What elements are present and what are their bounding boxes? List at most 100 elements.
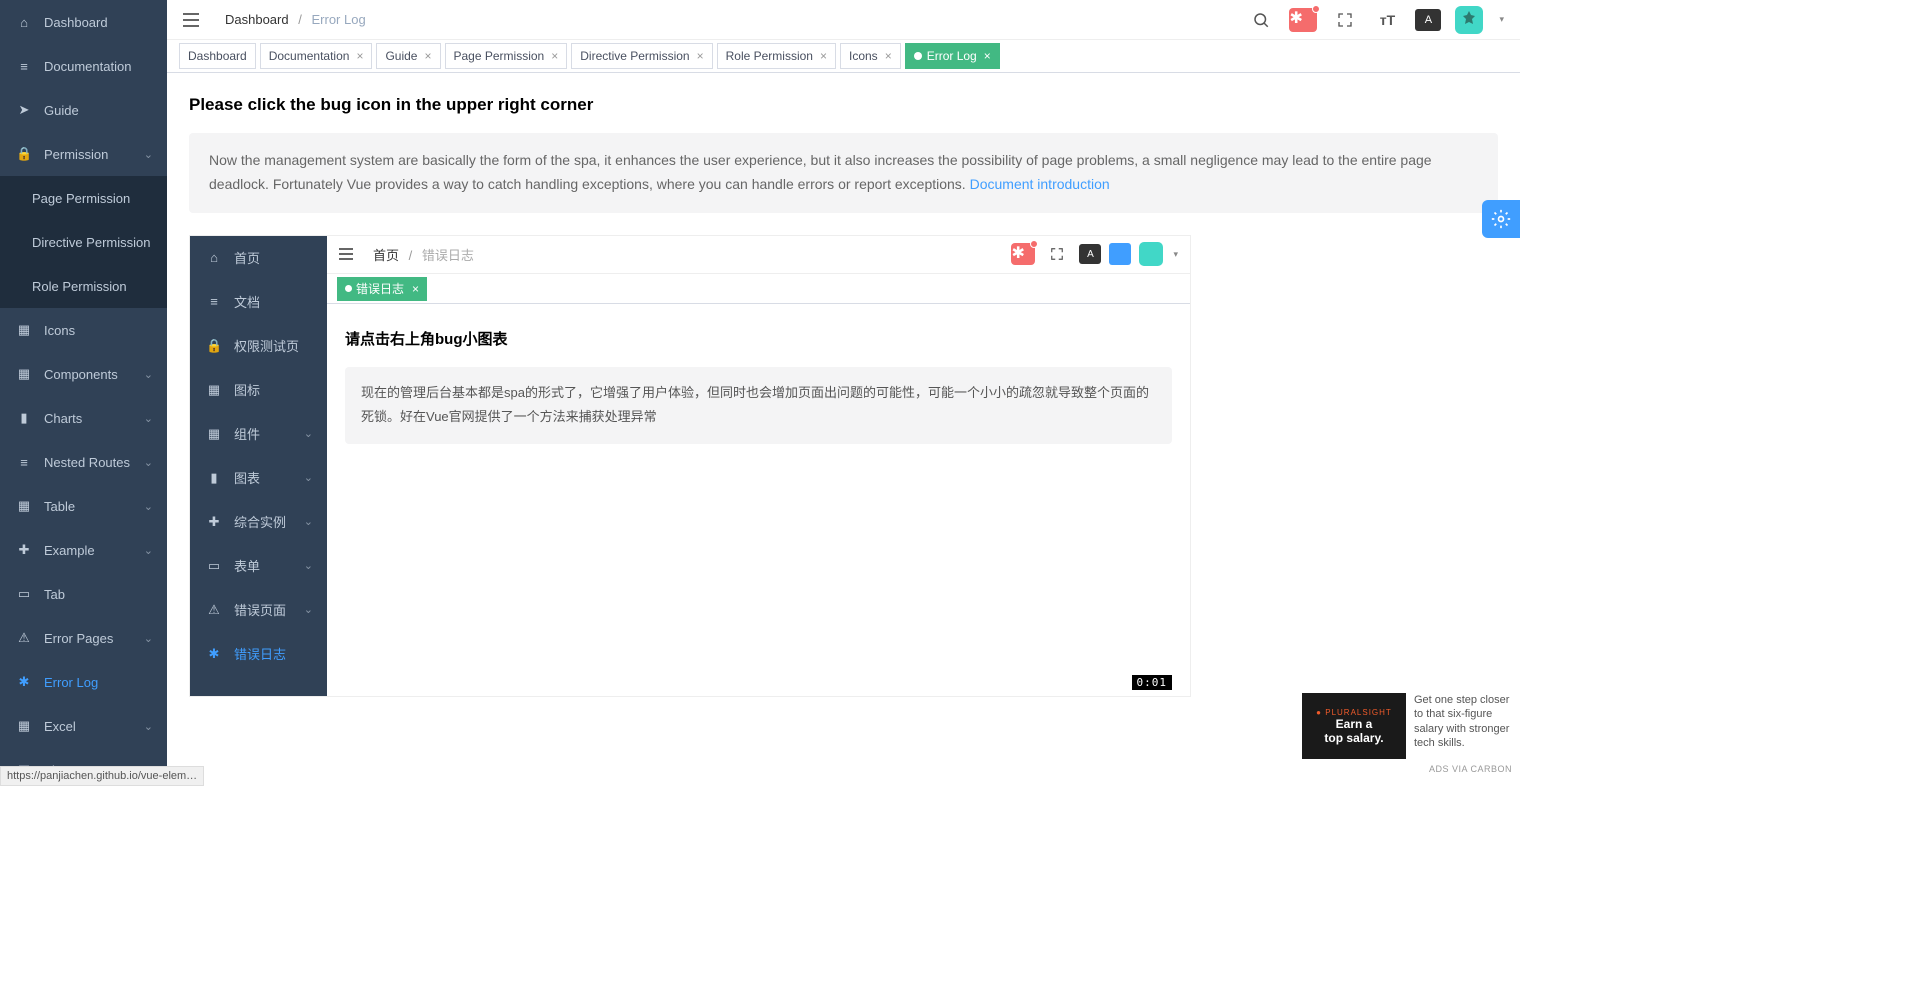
tab-dashboard[interactable]: Dashboard	[179, 43, 256, 69]
sidebar-item-charts[interactable]: ▮Charts⌄	[0, 396, 167, 440]
chevron-down-icon: ⌄	[144, 412, 153, 425]
demo-breadcrumb-root: 首页	[373, 248, 399, 263]
chevron-down-icon: ⌄	[144, 456, 153, 469]
sidebar-item-page-permission[interactable]: Page Permission	[0, 176, 167, 220]
ad-text: Get one step closer to that six-figure s…	[1414, 693, 1512, 759]
sidebar-item-label: Page Permission	[32, 191, 130, 206]
sidebar-item-tab[interactable]: ▭Tab	[0, 572, 167, 616]
sidebar-item-label: Charts	[44, 411, 82, 426]
sidebar-item-permission[interactable]: 🔒Permission⌄	[0, 132, 167, 176]
close-icon[interactable]: ×	[697, 44, 704, 68]
guide-icon: ➤	[16, 102, 32, 118]
hamburger-toggle[interactable]	[183, 8, 207, 32]
demo-caret-icon: ▾	[1173, 249, 1178, 260]
demo-sidebar-label: 错误日志	[234, 644, 286, 663]
settings-float-button[interactable]	[1482, 200, 1520, 238]
sidebar-item-table[interactable]: ▦Table⌄	[0, 484, 167, 528]
demo-sidebar-item: ▭表单⌄	[190, 544, 327, 588]
sidebar-item-nested-routes[interactable]: ≡Nested Routes⌄	[0, 440, 167, 484]
sidebar-item-guide[interactable]: ➤Guide	[0, 88, 167, 132]
bug-button[interactable]: ✱	[1289, 8, 1317, 32]
sidebar-item-error-pages[interactable]: ⚠Error Pages⌄	[0, 616, 167, 660]
demo-timer: 0:01	[1132, 675, 1173, 690]
components-icon: ▦	[16, 366, 32, 382]
dashboard-icon: ⌂	[16, 15, 32, 30]
example-icon: ✚	[16, 542, 32, 558]
breadcrumb-root[interactable]: Dashboard	[225, 12, 289, 27]
close-icon[interactable]: ×	[885, 44, 892, 68]
sidebar-item-error-log[interactable]: ✱Error Log	[0, 660, 167, 704]
sidebar-item-directive-permission[interactable]: Directive Permission	[0, 220, 167, 264]
sidebar-item-dashboard[interactable]: ⌂ Dashboard	[0, 0, 167, 44]
sidebar-item-label: Documentation	[44, 59, 131, 74]
sidebar-item-example[interactable]: ✚Example⌄	[0, 528, 167, 572]
icons-icon: ▦	[16, 322, 32, 338]
tab-page-permission[interactable]: Page Permission×	[445, 43, 568, 69]
tab-icon: ▭	[16, 586, 32, 602]
demo-sidebar-label: 首页	[234, 248, 260, 267]
page-title: Please click the bug icon in the upper r…	[189, 95, 1498, 115]
tabs-row: Dashboard Documentation× Guide × Page Per…	[167, 40, 1520, 73]
demo-blue-button	[1109, 243, 1131, 265]
demo-avatar-icon	[1139, 242, 1163, 266]
ad-headline1: Earn a	[1336, 717, 1373, 731]
sidebar-item-label: Excel	[44, 719, 76, 734]
sidebar-item-icons[interactable]: ▦ Icons	[0, 308, 167, 352]
close-icon[interactable]: ×	[984, 44, 991, 68]
ad-brand: PLURALSIGHT	[1325, 708, 1392, 717]
demo-sidebar-item: ▦图标	[190, 368, 327, 412]
demo-title: 请点击右上角bug小图表	[345, 328, 1172, 349]
demo-breadcrumb-current: 错误日志	[422, 248, 474, 263]
demo-sidebar-item-active: ✱错误日志	[190, 632, 327, 676]
tab-label: Dashboard	[188, 44, 247, 68]
avatar[interactable]	[1455, 6, 1483, 34]
demo-sidebar-item: ≡文档	[190, 280, 327, 324]
demo-sidebar-item: 🔒权限测试页	[190, 324, 327, 368]
page-content: Please click the bug icon in the upper r…	[167, 73, 1520, 697]
tab-directive-permission[interactable]: Directive Permission×	[571, 43, 712, 69]
tab-role-permission[interactable]: Role Permission×	[717, 43, 836, 69]
demo-breadcrumb: 首页 / 错误日志	[373, 245, 474, 264]
sidebar-item-label: Table	[44, 499, 75, 514]
sidebar-item-documentation[interactable]: ≡ Documentation	[0, 44, 167, 88]
close-icon[interactable]: ×	[356, 44, 363, 68]
font-a-button[interactable]: A	[1415, 9, 1441, 31]
sidebar-item-components[interactable]: ▦ Components ⌄	[0, 352, 167, 396]
demo-sidebar-item: ▮图表⌄	[190, 456, 327, 500]
ad-attribution[interactable]: ADS VIA CARBON	[1429, 764, 1512, 774]
tab-icons[interactable]: Icons×	[840, 43, 901, 69]
sidebar-item-role-permission[interactable]: Role Permission	[0, 264, 167, 308]
sidebar-item-label: Icons	[44, 323, 75, 338]
doc-icon: ≡	[16, 59, 32, 74]
chevron-down-icon: ⌄	[144, 368, 153, 381]
nested-icon: ≡	[16, 455, 32, 470]
font-size-icon[interactable]: ᴛT	[1373, 6, 1401, 34]
fullscreen-icon[interactable]	[1331, 6, 1359, 34]
demo-sidebar-item: ⚠错误页面⌄	[190, 588, 327, 632]
tab-guide[interactable]: Guide ×	[376, 43, 440, 69]
tab-documentation[interactable]: Documentation×	[260, 43, 373, 69]
search-icon[interactable]	[1247, 6, 1275, 34]
close-icon[interactable]: ×	[424, 44, 431, 68]
doc-intro-link[interactable]: Document introduction	[970, 176, 1110, 192]
chevron-down-icon: ⌄	[144, 544, 153, 557]
demo-sidebar: ⌂首页 ≡文档 🔒权限测试页 ▦图标 ▦组件⌄ ▮图表⌄ ✚综合实例⌄ ▭表单⌄…	[190, 236, 327, 696]
demo-sidebar-label: 权限测试页	[234, 336, 299, 355]
caret-down-icon[interactable]: ▾	[1499, 14, 1504, 25]
demo-tabs-row: 错误日志×	[327, 274, 1190, 304]
tab-label: Page Permission	[454, 44, 545, 68]
info-text: Now the management system are basically …	[209, 152, 1432, 192]
topbar: Dashboard / Error Log ✱ ᴛT A ▾	[167, 0, 1520, 40]
tab-label: Guide	[385, 44, 417, 68]
status-bar: https://panjiachen.github.io/vue-elem…	[0, 766, 204, 786]
sidebar-item-label: Dashboard	[44, 15, 108, 30]
sidebar-item-excel[interactable]: ▦Excel⌄	[0, 704, 167, 748]
sidebar-item-label: Components	[44, 367, 118, 382]
close-icon[interactable]: ×	[551, 44, 558, 68]
demo-tab-label: 错误日志	[356, 280, 404, 297]
close-icon[interactable]: ×	[820, 44, 827, 68]
tab-error-log[interactable]: Error Log×	[905, 43, 1000, 69]
demo-font-a-icon: A	[1079, 244, 1101, 264]
ad-banner[interactable]: ● PLURALSIGHT Earn a top salary. Get one…	[1302, 693, 1512, 759]
bug-badge-dot	[1312, 5, 1320, 13]
